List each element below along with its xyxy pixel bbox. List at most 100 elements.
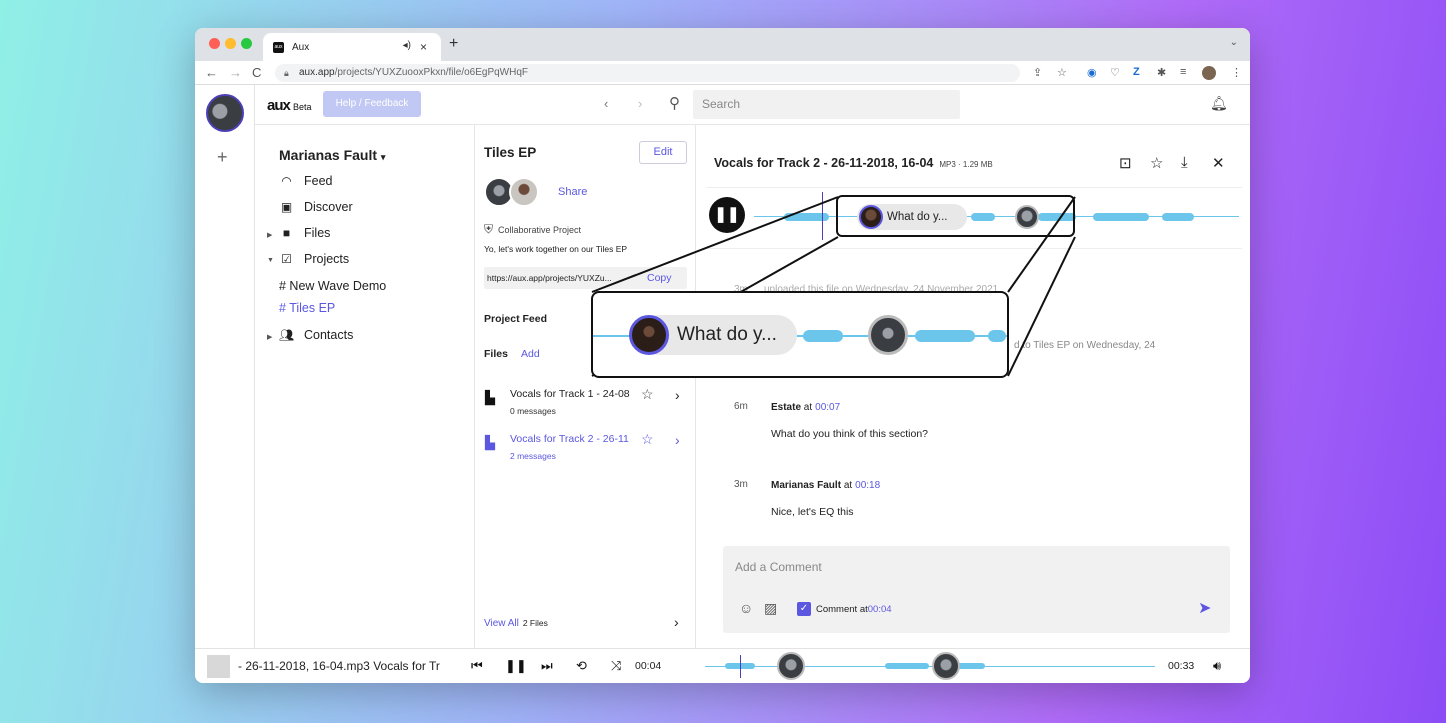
zoomed-commenter-avatar bbox=[629, 315, 669, 355]
project-feed-heading[interactable]: Project Feed bbox=[484, 313, 547, 325]
file-name: Vocals for Track 2 - 26-11 bbox=[510, 433, 629, 445]
waveform-segment bbox=[885, 663, 929, 669]
pause-icon[interactable]: ❚❚ bbox=[505, 658, 527, 674]
edit-button[interactable]: Edit bbox=[639, 141, 687, 164]
playhead[interactable] bbox=[822, 192, 823, 240]
audio-playing-icon[interactable]: ◂) bbox=[403, 40, 411, 51]
view-all-files-link[interactable]: View All 2 Files bbox=[484, 618, 548, 629]
waveform-segment bbox=[988, 330, 1006, 342]
comment-at-checkbox[interactable]: ✓ bbox=[797, 602, 811, 616]
comment-at-time[interactable]: 00:04 bbox=[868, 604, 892, 615]
sidebar-item-feed[interactable]: ◠ Feed bbox=[279, 174, 332, 188]
password-manager-icon[interactable]: ◉ bbox=[1087, 66, 1097, 79]
extension-z-icon[interactable]: Z bbox=[1133, 66, 1140, 78]
repeat-icon[interactable]: ⟲ bbox=[576, 658, 587, 674]
previous-track-icon[interactable]: ⏮︎ bbox=[471, 658, 483, 674]
project-link-tiles-ep[interactable]: # Tiles EP bbox=[279, 301, 335, 315]
add-workspace-icon[interactable]: + bbox=[217, 147, 228, 168]
project-type: Collaborative Project bbox=[498, 224, 582, 235]
comment-at-text: Comment at bbox=[816, 604, 868, 615]
forward-arrow-icon[interactable]: → bbox=[229, 65, 242, 80]
back-arrow-icon[interactable]: ← bbox=[205, 65, 218, 80]
player-comment-avatar[interactable] bbox=[777, 652, 805, 680]
chevron-right-icon[interactable]: › bbox=[674, 614, 679, 630]
chevron-right-icon[interactable]: › bbox=[675, 432, 680, 448]
search-input[interactable]: Search bbox=[693, 90, 960, 119]
archive-icon[interactable]: ⊡ bbox=[1119, 154, 1132, 172]
workspace-avatar[interactable] bbox=[206, 94, 244, 132]
pause-button[interactable]: ❚❚ bbox=[709, 197, 745, 233]
image-icon[interactable]: ▨ bbox=[764, 600, 777, 617]
sidebar-item-label: Discover bbox=[304, 200, 353, 214]
comment-timestamp-link[interactable]: 00:07 bbox=[815, 402, 840, 413]
audio-player-bar: - 26-11-2018, 16-04.mp3 Vocals for Tr ⏮︎… bbox=[195, 648, 1250, 683]
sidebar-item-files[interactable]: ■ Files bbox=[279, 226, 331, 240]
current-time: 00:04 bbox=[635, 660, 662, 672]
emoji-icon[interactable]: ☺ bbox=[739, 600, 753, 616]
sidebar-item-contacts[interactable]: 👥︎ Contacts bbox=[279, 328, 353, 342]
project-title: Tiles EP bbox=[484, 145, 537, 160]
reading-list-icon[interactable]: ≡ bbox=[1180, 66, 1186, 78]
chevron-right-icon[interactable]: › bbox=[675, 387, 680, 403]
tab-search-chevron-icon[interactable]: ⌄ bbox=[1230, 37, 1238, 48]
sidebar-item-projects[interactable]: ☑ Projects bbox=[279, 252, 349, 266]
next-track-icon[interactable]: ⏭︎ bbox=[541, 658, 553, 674]
maximize-window-button[interactable] bbox=[241, 38, 252, 49]
notification-bell-icon[interactable]: 🔔︎ bbox=[1210, 95, 1228, 112]
rss-icon: ◠ bbox=[281, 174, 292, 188]
minimize-window-button[interactable] bbox=[225, 38, 236, 49]
document-icon: ▙ bbox=[485, 390, 495, 405]
close-tab-icon[interactable]: × bbox=[420, 40, 427, 54]
copy-link-button[interactable]: Copy bbox=[647, 272, 672, 284]
player-comment-avatar[interactable] bbox=[932, 652, 960, 680]
waveform-segment bbox=[1162, 213, 1194, 221]
close-window-button[interactable] bbox=[209, 38, 220, 49]
reload-icon[interactable]: C bbox=[252, 65, 261, 80]
browser-menu-icon[interactable]: ⋮ bbox=[1231, 66, 1242, 79]
bookmark-star-icon[interactable]: ☆ bbox=[1057, 66, 1067, 79]
player-playhead[interactable] bbox=[740, 655, 741, 678]
comment-text: What do you think of this section? bbox=[771, 428, 929, 440]
help-feedback-button[interactable]: Help / Feedback bbox=[323, 91, 421, 117]
activity-added: d to Tiles EP on Wednesday, 24 bbox=[1014, 340, 1156, 351]
comment-author[interactable]: Marianas Fault bbox=[771, 480, 841, 491]
profile-avatar-icon[interactable] bbox=[1202, 66, 1216, 80]
history-forward-icon[interactable]: › bbox=[638, 96, 642, 111]
sidebar-item-discover[interactable]: ▣ Discover bbox=[279, 200, 353, 214]
workspace-switcher[interactable]: Marianas Fault ▾ bbox=[279, 147, 385, 163]
files-expand-icon[interactable]: ▶ bbox=[267, 231, 272, 239]
browser-window: aux Aux ◂) × + ⌄ ← → C 🔒︎ aux.app/projec… bbox=[195, 28, 1250, 683]
sidebar-item-label: Contacts bbox=[304, 328, 354, 342]
aux-logo[interactable]: aux Beta bbox=[267, 97, 312, 114]
contacts-expand-icon[interactable]: ▶ bbox=[267, 333, 272, 341]
close-icon[interactable]: ✕ bbox=[1212, 154, 1225, 172]
member-avatar[interactable] bbox=[509, 177, 539, 207]
new-tab-icon[interactable]: + bbox=[449, 35, 458, 53]
share-page-icon[interactable]: ⇪ bbox=[1033, 66, 1042, 79]
add-file-button[interactable]: Add bbox=[521, 348, 540, 360]
beta-badge: Beta bbox=[293, 102, 312, 112]
send-icon[interactable]: ➤ bbox=[1198, 598, 1211, 618]
track-thumbnail[interactable] bbox=[207, 655, 230, 678]
volume-icon[interactable]: 🔊︎ bbox=[1213, 658, 1221, 674]
search-icon: ⚲ bbox=[669, 95, 680, 112]
star-icon[interactable]: ☆ bbox=[1150, 154, 1163, 172]
star-icon[interactable]: ☆ bbox=[641, 386, 654, 403]
share-link[interactable]: Share bbox=[558, 186, 587, 198]
sidebar: Marianas Fault ▾ ◠ Feed ▣ Discover ▶ ■ File… bbox=[255, 125, 475, 648]
comment-timestamp-link[interactable]: 00:18 bbox=[855, 480, 880, 491]
project-link-new-wave-demo[interactable]: # New Wave Demo bbox=[279, 279, 386, 293]
comment-author[interactable]: Estate bbox=[771, 402, 801, 413]
player-waveform[interactable] bbox=[705, 666, 1155, 667]
projects-collapse-icon[interactable]: ▼ bbox=[267, 257, 274, 264]
history-back-icon[interactable]: ‹ bbox=[604, 96, 608, 111]
browser-tab[interactable]: aux Aux ◂) × bbox=[263, 33, 441, 61]
url-bar[interactable]: 🔒︎ aux.app/projects/YUXZuooxPkxn/file/o6… bbox=[275, 64, 1020, 82]
file-message-count: 0 messages bbox=[510, 406, 556, 416]
star-icon[interactable]: ☆ bbox=[641, 431, 654, 448]
download-icon[interactable]: ⤓ bbox=[1181, 154, 1188, 171]
pocket-icon[interactable]: ♡ bbox=[1110, 66, 1120, 79]
comment-input[interactable]: Add a Comment bbox=[735, 560, 822, 574]
shuffle-icon[interactable]: ⤨ bbox=[611, 658, 621, 674]
extensions-puzzle-icon[interactable]: ✱ bbox=[1157, 66, 1166, 79]
